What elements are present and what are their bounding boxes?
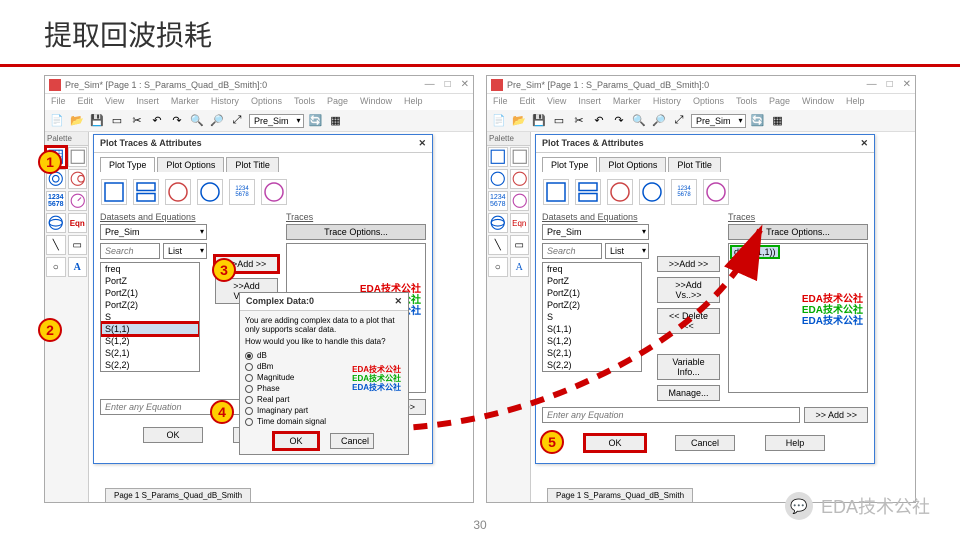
palette-globe-icon[interactable]: [46, 213, 66, 233]
zoom-in-icon[interactable]: 🔍: [189, 113, 205, 129]
grid-icon[interactable]: ▦: [328, 113, 344, 129]
zoom-fit-icon[interactable]: ⤢: [229, 113, 245, 129]
redo-icon[interactable]: ↷: [169, 113, 185, 129]
cut-icon[interactable]: ✂: [129, 113, 145, 129]
complex-data-dialog: Complex Data:0✕ You are adding complex d…: [239, 292, 409, 455]
dialog-close-icon[interactable]: ✕: [418, 138, 426, 149]
step-badge-1: 1: [38, 150, 62, 174]
page-number: 30: [473, 518, 486, 532]
plottype-stack-icon[interactable]: [133, 179, 159, 205]
slide-divider: [0, 64, 960, 67]
sub-close-icon[interactable]: ✕: [394, 296, 402, 307]
wechat-watermark: 💬 EDA技术公社: [785, 492, 930, 520]
palette-grid-icon[interactable]: [68, 147, 88, 167]
palette: Palette 12345678 Eqn ╲ ▭ ○ A: [45, 132, 89, 502]
radio-imag[interactable]: Imaginary part: [245, 405, 403, 416]
new-icon[interactable]: 📄: [49, 113, 65, 129]
app-icon: [49, 79, 61, 91]
titlebar: Pre_Sim* [Page 1 : S_Params_Quad_dB_Smit…: [45, 76, 473, 94]
step-badge-4: 4: [210, 400, 234, 424]
plottype-smith-icon[interactable]: [165, 179, 191, 205]
dataset-select[interactable]: Pre_Sim: [100, 224, 207, 240]
pointer-icon[interactable]: ▭: [109, 113, 125, 129]
wechat-icon: 💬: [785, 492, 813, 520]
menubar[interactable]: FileEditViewInsertMarkerHistoryOptionsTo…: [45, 94, 473, 110]
step-badge-2: 2: [38, 318, 62, 342]
undo-icon[interactable]: ↶: [149, 113, 165, 129]
plottype-rect-icon[interactable]: [101, 179, 127, 205]
slide-title: 提取回波损耗: [0, 0, 960, 64]
list-item-s11: S(1,1): [101, 323, 199, 335]
palette-dial-icon[interactable]: [68, 191, 88, 211]
search-input[interactable]: [100, 243, 160, 259]
palette-rect-icon[interactable]: ▭: [68, 235, 88, 255]
step-badge-3: 3: [212, 258, 236, 282]
save-icon[interactable]: 💾: [89, 113, 105, 129]
dialog-title: Plot Traces & Attributes: [100, 138, 202, 149]
radio-db[interactable]: dB: [245, 350, 403, 361]
palette-smith-icon[interactable]: [68, 169, 88, 189]
close-icon[interactable]: ✕: [461, 79, 469, 90]
palette-circle-icon[interactable]: ○: [46, 257, 66, 277]
ok-button[interactable]: OK: [143, 427, 203, 443]
open-icon[interactable]: 📂: [69, 113, 85, 129]
palette-table-icon[interactable]: 12345678: [46, 191, 66, 211]
palette-line-icon[interactable]: ╲: [46, 235, 66, 255]
sub-ok-button[interactable]: OK: [274, 433, 318, 449]
min-icon[interactable]: —: [425, 79, 435, 90]
list-combo[interactable]: List: [163, 243, 207, 259]
toolbar[interactable]: 📄 📂 💾 ▭ ✂ ↶ ↷ 🔍 🔎 ⤢ Pre_Sim 🔄 ▦: [45, 110, 473, 132]
palette-text-icon[interactable]: A: [68, 257, 88, 277]
plottype-polar-icon[interactable]: [197, 179, 223, 205]
equation-list[interactable]: freqPortZPortZ(1)PortZ(2)S S(1,1) S(1,2)…: [100, 262, 200, 372]
sub-cancel-button[interactable]: Cancel: [330, 433, 374, 449]
refresh-icon[interactable]: 🔄: [308, 113, 324, 129]
zoom-out-icon[interactable]: 🔎: [209, 113, 225, 129]
max-icon[interactable]: □: [445, 79, 451, 90]
radio-real[interactable]: Real part: [245, 394, 403, 405]
dialog-tabs[interactable]: Plot TypePlot OptionsPlot Title: [94, 153, 432, 172]
page-tab[interactable]: Page 1 S_Params_Quad_dB_Smith: [105, 488, 251, 502]
radio-time[interactable]: Time domain signal: [245, 416, 403, 427]
step-badge-5: 5: [540, 430, 564, 454]
palette-eqn-icon[interactable]: Eqn: [68, 213, 88, 233]
dataset-combo[interactable]: Pre_Sim: [249, 114, 304, 128]
window-title: Pre_Sim* [Page 1 : S_Params_Quad_dB_Smit…: [65, 80, 267, 90]
